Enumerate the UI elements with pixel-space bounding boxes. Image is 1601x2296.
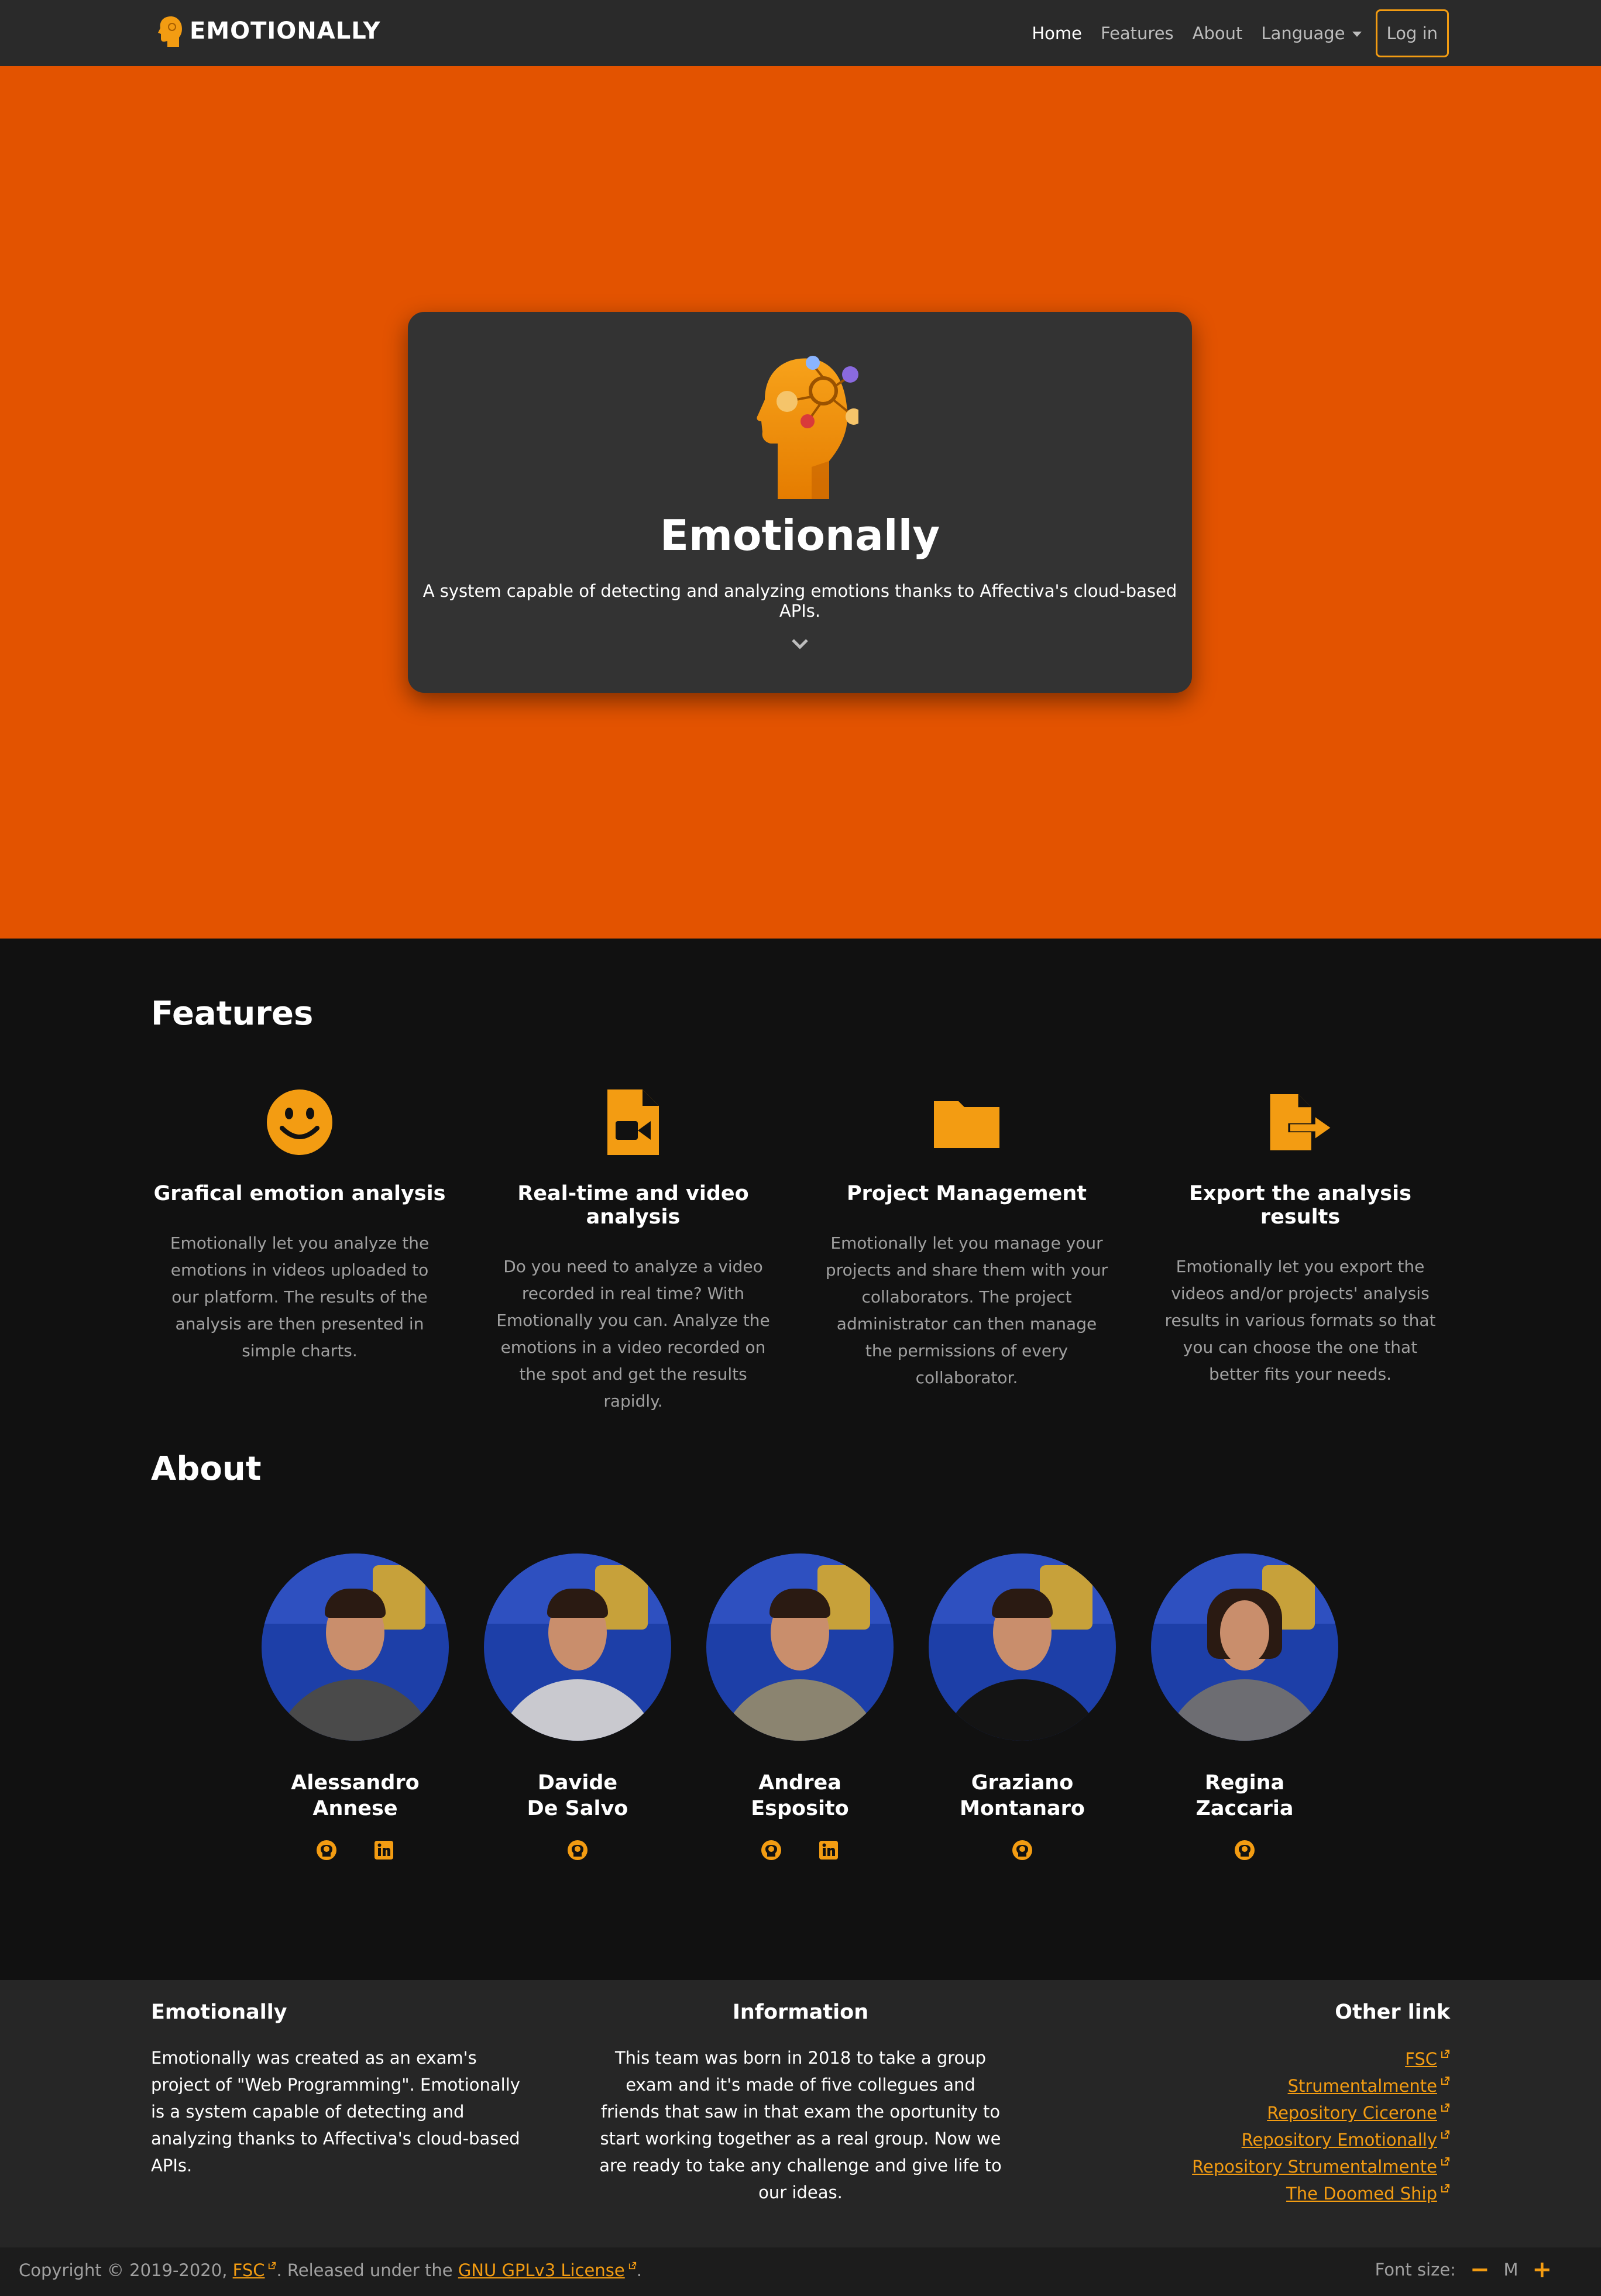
avatar [1151, 1553, 1338, 1741]
avatar [484, 1553, 671, 1741]
member-name: Davide De Salvo [527, 1771, 628, 1820]
feature-card: Project Management Emotionally let you m… [815, 1085, 1119, 1391]
team-member: Alessandro Annese [262, 1553, 449, 1861]
footer-information-text: This team was born in 2018 to take a gro… [599, 2048, 1002, 2202]
video-file-icon [607, 1089, 659, 1155]
feature-description: Emotionally let you analyze the emotions… [170, 1233, 430, 1360]
feature-title: Grafical emotion analysis [153, 1182, 446, 1205]
footer: Emotionally Emotionally was created as a… [0, 1980, 1601, 2247]
team-member: Andrea Esposito [706, 1553, 894, 1861]
linkedin-icon[interactable] [373, 1839, 395, 1861]
smile-icon [267, 1089, 332, 1155]
external-link-icon [1441, 2184, 1449, 2192]
feature-title: Project Management [847, 1182, 1087, 1205]
nav-features[interactable]: Features [1101, 23, 1174, 43]
chevron-down-icon[interactable] [791, 637, 809, 652]
file-export-icon [1270, 1094, 1331, 1150]
link-repository-cicerone[interactable]: Repository Cicerone [1192, 2099, 1450, 2126]
external-link-icon [1441, 2130, 1449, 2139]
features-heading: Features [151, 995, 314, 1033]
feature-description: Emotionally let you manage your projects… [825, 1233, 1108, 1387]
feature-card: Real-time and video analysis Do you need… [481, 1085, 785, 1415]
footer-title-emotionally: Emotionally [151, 2001, 287, 2024]
hero-section: Emotionally A system capable of detectin… [0, 66, 1601, 939]
bottom-bar: Copyright © 2019-2020, FSC. Released und… [0, 2247, 1601, 2296]
external-link-icon [1441, 2077, 1449, 2085]
avatar [706, 1553, 894, 1741]
brand-link[interactable]: EMOTIONALLY [157, 15, 380, 47]
footer-title-other-link: Other link [1335, 2001, 1450, 2024]
hero-title: Emotionally [659, 511, 940, 560]
copyright-text: Copyright © 2019-2020, FSC. Released und… [19, 2260, 642, 2280]
login-button[interactable]: Log in [1375, 9, 1449, 57]
feature-card: Grafical emotion analysis Emotionally le… [147, 1085, 452, 1364]
font-size-control: Font size: − M + [1375, 2258, 1566, 2281]
license-link[interactable]: GNU GPLv3 License [458, 2260, 625, 2280]
avatar [929, 1553, 1116, 1741]
avatar [262, 1553, 449, 1741]
footer-title-information: Information [732, 2001, 869, 2024]
about-heading: About [151, 1450, 262, 1488]
team-member: Regina Zaccaria [1151, 1553, 1338, 1861]
external-link-icon [1441, 2050, 1449, 2058]
font-size-value: M [1503, 2260, 1518, 2280]
link-repository-strumentalmente[interactable]: Repository Strumentalmente [1192, 2153, 1450, 2180]
folder-icon [934, 1101, 999, 1148]
github-icon[interactable] [315, 1839, 338, 1861]
external-link-icon [269, 2261, 276, 2270]
feature-description: Emotionally let you export the videos an… [1164, 1257, 1436, 1384]
language-label: Language [1261, 23, 1345, 43]
team-member: Davide De Salvo [484, 1553, 671, 1861]
member-name: Graziano Montanaro [960, 1771, 1085, 1820]
nav-home[interactable]: Home [1032, 23, 1082, 43]
link-the-doomed-ship[interactable]: The Doomed Ship [1192, 2180, 1450, 2207]
brain-head-logo-icon [757, 356, 858, 499]
hero-subtitle: A system capable of detecting and analyz… [422, 581, 1177, 621]
feature-title: Export the analysis results [1189, 1182, 1411, 1229]
fsc-link[interactable]: FSC [233, 2260, 265, 2280]
member-name: Alessandro Annese [291, 1771, 420, 1820]
nav-about[interactable]: About [1193, 23, 1243, 43]
external-link-icon [1441, 2103, 1449, 2112]
member-name: Regina Zaccaria [1195, 1771, 1294, 1820]
hero-card: Emotionally A system capable of detectin… [408, 312, 1192, 693]
github-icon[interactable] [566, 1839, 589, 1861]
external-link-icon [628, 2261, 636, 2270]
link-strumentalmente[interactable]: Strumentalmente [1192, 2072, 1450, 2099]
feature-description: Do you need to analyze a video recorded … [496, 1257, 770, 1411]
feature-card: Export the analysis results Emotionally … [1148, 1085, 1452, 1388]
brain-head-logo-icon [158, 16, 182, 47]
footer-about-text: Emotionally was created as an exam's pro… [151, 2048, 520, 2175]
github-icon[interactable] [1011, 1839, 1033, 1861]
navbar: EMOTIONALLY Home Features About Language… [0, 0, 1601, 66]
github-icon[interactable] [1234, 1839, 1256, 1861]
feature-title: Real-time and video analysis [517, 1182, 749, 1229]
brand-name: EMOTIONALLY [190, 18, 381, 44]
link-fsc[interactable]: FSC [1192, 2046, 1450, 2072]
font-size-increase-button[interactable]: + [1532, 2258, 1552, 2281]
external-link-icon [1441, 2157, 1449, 2166]
linkedin-icon[interactable] [817, 1839, 840, 1861]
font-size-label: Font size: [1375, 2260, 1456, 2280]
github-icon[interactable] [760, 1839, 782, 1861]
team-member: Graziano Montanaro [929, 1553, 1116, 1861]
member-name: Andrea Esposito [751, 1771, 849, 1820]
font-size-decrease-button[interactable]: − [1470, 2258, 1490, 2281]
other-links-list: FSC Strumentalmente Repository Cicerone … [1192, 2046, 1450, 2207]
caret-down-icon [1352, 32, 1362, 37]
link-repository-emotionally[interactable]: Repository Emotionally [1192, 2126, 1450, 2153]
language-dropdown[interactable]: Language [1261, 23, 1362, 43]
nav-links: Home Features About Language Log in [1032, 9, 1449, 57]
